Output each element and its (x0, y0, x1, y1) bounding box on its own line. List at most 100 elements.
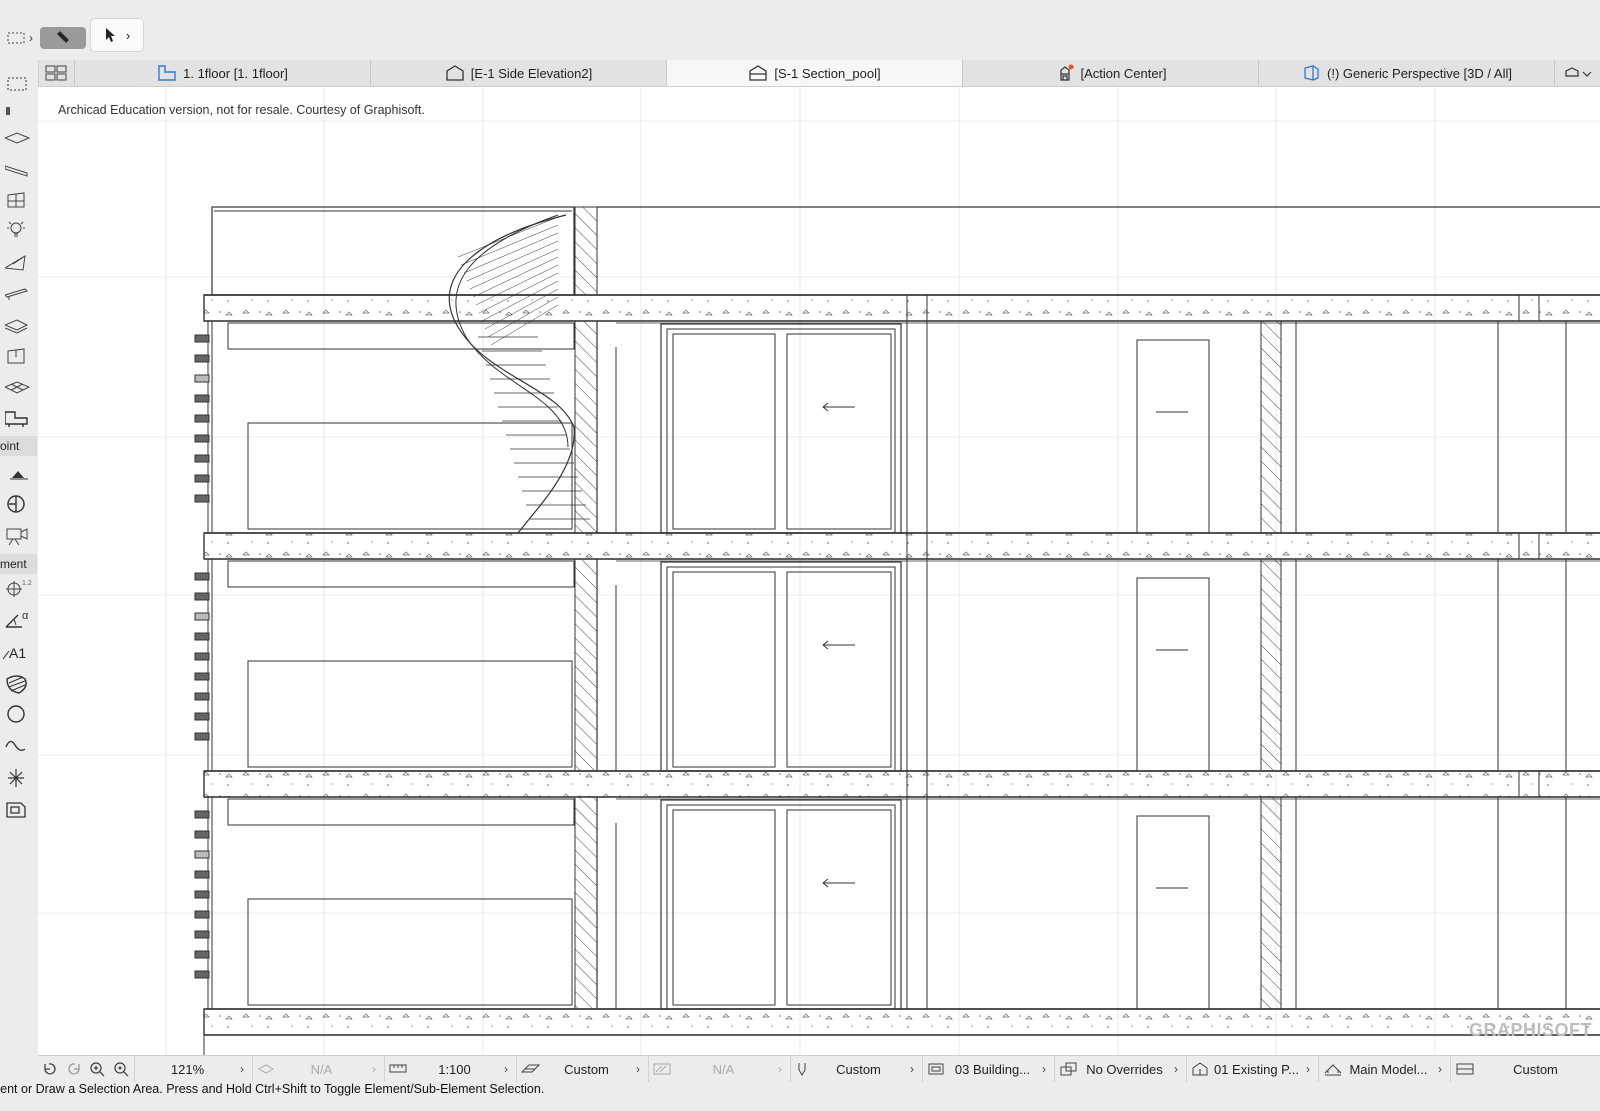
layer-combination-dropdown[interactable]: N/A › (252, 1056, 384, 1082)
skylight-tool-icon (7, 348, 25, 364)
section-drawing-canvas[interactable]: Archicad Education version, not for resa… (38, 87, 1600, 1055)
zoom-in-button[interactable] (86, 1061, 110, 1077)
chevron-right-icon: › (240, 1062, 244, 1076)
facade-slat (194, 810, 210, 819)
sliding-door-frame (660, 323, 902, 534)
dimension-tool[interactable]: 1.2 (0, 576, 36, 600)
model-view-value: Custom (836, 1061, 881, 1077)
shell-tool[interactable] (0, 314, 36, 338)
partition-wall (1260, 796, 1282, 1010)
renovation-filter-dropdown[interactable]: 01 Existing P... › (1186, 1056, 1318, 1082)
structure-display-dropdown[interactable]: Custom › (516, 1056, 648, 1082)
pen-set-dropdown[interactable]: N/A › (648, 1056, 790, 1082)
chevron-right-icon: › (372, 1062, 376, 1076)
tab-label: [E-1 Side Elevation2] (470, 65, 593, 81)
elevation-icon (446, 65, 464, 81)
mesh-tool-icon (5, 381, 31, 394)
morph-tool[interactable] (0, 250, 36, 274)
fit-window-button[interactable] (110, 1061, 134, 1077)
dimension-standard-dropdown[interactable]: Custom (1450, 1056, 1600, 1082)
facade-slat (194, 692, 210, 701)
tab-floor-plan[interactable]: 1. 1floor [1. 1floor] (75, 60, 371, 86)
tab-overview-button[interactable] (38, 60, 75, 86)
text-tool[interactable]: A1 (0, 640, 36, 664)
sliding-door-panel (786, 333, 892, 530)
facade-slat (194, 612, 210, 621)
mesh-tool[interactable] (0, 376, 36, 400)
marquee-selection-button[interactable]: › (0, 24, 40, 52)
tab-action-center[interactable]: [Action Center] (963, 60, 1259, 86)
angle-dimension-tool[interactable]: α (0, 608, 36, 632)
undo-button[interactable] (38, 1061, 62, 1077)
facade-slat (194, 672, 210, 681)
sliding-door-panel (786, 571, 892, 768)
tab-label: 1. 1floor [1. 1floor] (183, 65, 288, 81)
curtain-wall-tool[interactable] (0, 188, 36, 212)
sliding-door-frame-inner (666, 804, 896, 1010)
circle-tool[interactable] (0, 702, 36, 726)
object-tool-icon (5, 411, 28, 427)
spiral-stair-rail (448, 214, 575, 534)
zoom-dropdown[interactable]: 121% › (134, 1056, 252, 1082)
facade-slat (194, 830, 210, 839)
partial-structure-dropdown[interactable]: Main Model... › (1318, 1056, 1450, 1082)
pen-set-value: N/A (712, 1061, 735, 1077)
stair-baluster (463, 232, 559, 274)
beam-tool-icon (5, 288, 28, 300)
scale-value: 1:100 (438, 1061, 471, 1077)
grid-view-icon (45, 65, 67, 81)
stair-baluster (460, 224, 559, 266)
chevron-right-icon: › (1174, 1062, 1178, 1076)
worksheet-icon (6, 802, 26, 818)
fill-tool[interactable] (0, 672, 36, 696)
interior-door (1136, 339, 1210, 534)
object-tool[interactable] (0, 406, 36, 430)
tab-section-pool[interactable]: [S-1 Section_pool] (667, 60, 963, 86)
scale-dropdown[interactable]: 1:100 › (384, 1056, 516, 1082)
tab-overflow-button[interactable] (1555, 60, 1600, 86)
marquee-tool[interactable] (0, 72, 36, 96)
renovation-dropdown[interactable]: 03 Building... › (922, 1056, 1054, 1082)
wall-tool[interactable] (0, 96, 36, 120)
toolbox-group-label-point[interactable]: oint (0, 436, 37, 456)
pen-set-icon (653, 1063, 671, 1075)
tab-side-elevation[interactable]: [E-1 Side Elevation2] (371, 60, 667, 86)
gravity-button[interactable] (40, 27, 86, 49)
slab-tool[interactable] (0, 126, 36, 150)
view-tab-bar: 1. 1floor [1. 1floor] [E-1 Side Elevatio… (38, 60, 1600, 87)
gravity-icon (57, 31, 69, 43)
facade-slat (194, 910, 210, 919)
redo-button[interactable] (62, 1061, 86, 1077)
section-tool[interactable] (0, 492, 36, 516)
wall-tool-icon (6, 107, 10, 115)
toolbox-group-label-element[interactable]: ment (0, 554, 37, 574)
collapse-group-button[interactable] (0, 462, 36, 486)
dimension-standard-value: Custom (1513, 1061, 1558, 1077)
model-view-dropdown[interactable]: Custom › (790, 1056, 922, 1082)
svg-text:1.2: 1.2 (22, 580, 32, 587)
worksheet-tool[interactable] (0, 798, 36, 822)
graphic-override-dropdown[interactable]: No Overrides › (1054, 1056, 1186, 1082)
beam-tool[interactable] (0, 282, 36, 306)
roof-tool[interactable] (0, 158, 36, 182)
redo-icon (68, 1063, 80, 1075)
dimension-crosshair-icon: 1.2 (6, 580, 32, 597)
fill-tool-icon (6, 675, 27, 694)
facade-slat (194, 632, 210, 641)
camera-tool[interactable] (0, 524, 36, 548)
tab-generic-perspective[interactable]: (!) Generic Perspective [3D / All] (1259, 60, 1555, 86)
angle-dimension-icon: α (5, 610, 29, 628)
floor-slab (203, 294, 1600, 322)
lamp-tool[interactable] (0, 218, 36, 242)
floor-slab (203, 770, 1600, 798)
chevron-right-icon: › (504, 1062, 508, 1076)
floor-slab (203, 1008, 1600, 1036)
hotspot-tool[interactable] (0, 766, 36, 790)
structure-display-icon (521, 1064, 541, 1073)
spline-tool[interactable] (0, 734, 36, 758)
facade-slat (194, 652, 210, 661)
circle-tool-icon (7, 705, 25, 723)
skylight-tool[interactable] (0, 344, 36, 368)
renovation-filter-icon (1192, 1062, 1208, 1076)
arrow-tool-button[interactable]: › (90, 18, 144, 52)
